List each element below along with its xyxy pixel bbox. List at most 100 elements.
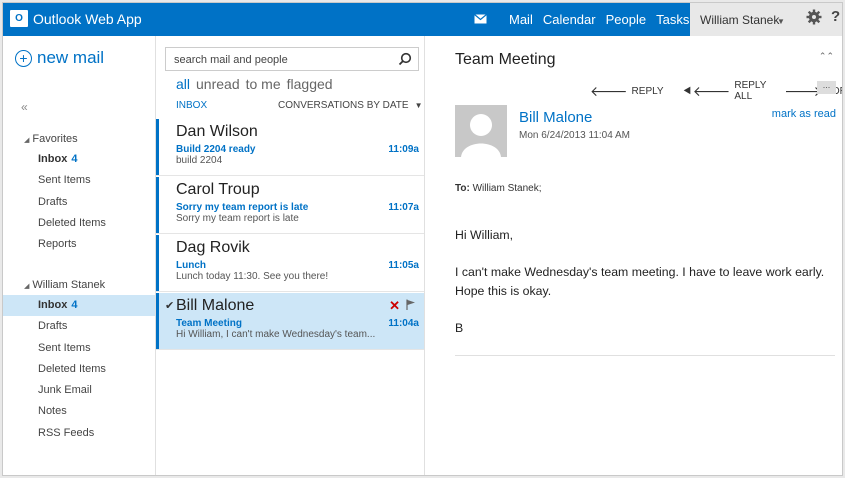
reply-button[interactable]: 🡐 REPLY: [590, 80, 664, 102]
outlook-window: O Outlook Web App Mail Calendar People T…: [2, 2, 843, 476]
list-item[interactable]: Carol Troup Sorry my team report is late…: [156, 177, 424, 234]
reply-all-arrow-icon: ⯇🡐: [681, 83, 731, 99]
favorites-group: ◢ Favorites Inbox 4 Sent Items Drafts Dele…: [3, 129, 155, 255]
search-placeholder: search mail and people: [174, 54, 288, 66]
plus-icon: +: [15, 49, 32, 67]
chevron-down-icon: ▼: [777, 17, 785, 26]
chevron-down-icon: ▼: [414, 101, 423, 110]
mark-as-read-link[interactable]: mark as read: [772, 108, 836, 120]
list-item[interactable]: ✔ Bill Malone ✕ Team Meeting Hi William,…: [156, 293, 424, 350]
unread-indicator: [156, 177, 159, 233]
message-sender: Bill Malone: [176, 297, 255, 314]
app-title: Outlook Web App: [33, 10, 142, 27]
app-nav: Mail Calendar People Tasks: [509, 12, 689, 27]
account-group: ◢ William Stanek Inbox 4 Drafts Sent Items…: [3, 275, 155, 444]
message-sender: Dag Rovik: [176, 239, 250, 256]
message-sender: Carol Troup: [176, 181, 260, 198]
avatar: [455, 105, 507, 157]
folder-pane: + new mail « ◢ Favorites Inbox 4 Sent Item…: [3, 36, 155, 475]
message-subject: Build 2204 ready: [176, 144, 256, 155]
message-actions: 🡐REPLY ⯇🡐REPLY ALL 🡒FORWARD: [590, 80, 842, 102]
nav-mail[interactable]: Mail: [509, 12, 533, 27]
user-menu[interactable]: William Stanek ▼ ?: [690, 3, 842, 36]
message-preview: Sorry my team report is late: [176, 213, 299, 224]
triangle-down-icon: ◢: [24, 283, 30, 290]
divider: [455, 355, 835, 356]
folder-inbox[interactable]: Inbox 4: [3, 295, 155, 317]
filter-flagged[interactable]: flagged: [287, 76, 333, 92]
folder-drafts[interactable]: Drafts: [3, 316, 155, 337]
message-time: 11:09a: [388, 144, 419, 155]
list-item[interactable]: Dan Wilson Build 2204 ready build 2204 1…: [156, 119, 424, 176]
nav-calendar[interactable]: Calendar: [543, 12, 596, 27]
recipients: To: William Stanek;: [455, 183, 542, 194]
list-item[interactable]: Dag Rovik Lunch Lunch today 11:30. See y…: [156, 235, 424, 292]
folder-deleted-items[interactable]: Deleted Items: [3, 359, 155, 380]
nav-people[interactable]: People: [606, 12, 646, 27]
gear-icon[interactable]: [806, 9, 822, 25]
delete-icon[interactable]: ✕: [389, 298, 400, 314]
unread-indicator: [156, 235, 159, 291]
checkmark-icon[interactable]: ✔: [165, 299, 174, 312]
flag-icon[interactable]: [406, 299, 416, 310]
account-header[interactable]: ◢ William Stanek: [3, 275, 155, 295]
message-subject: Team Meeting: [176, 318, 242, 329]
filter-to-me[interactable]: to me: [246, 76, 281, 92]
message-body: Hi William, I can't make Wednesday's tea…: [455, 226, 842, 356]
new-mail-label: new mail: [37, 48, 105, 67]
message-time: 11:05a: [388, 260, 419, 271]
envelope-icon[interactable]: [474, 14, 487, 24]
help-icon[interactable]: ?: [831, 8, 840, 25]
sent-date: Mon 6/24/2013 11:04 AM: [519, 130, 631, 141]
collapse-pane-icon[interactable]: «: [21, 100, 28, 114]
message-subject: Sorry my team report is late: [176, 202, 309, 213]
conversation-title: Team Meeting: [455, 51, 556, 68]
reply-all-button[interactable]: ⯇🡐 REPLY ALL: [682, 80, 767, 102]
message-time: 11:07a: [388, 202, 419, 213]
favorites-header[interactable]: ◢ Favorites: [3, 129, 155, 149]
message-time: 11:04a: [388, 318, 419, 329]
message-sender: Dan Wilson: [176, 123, 258, 140]
message-subject: Lunch: [176, 260, 206, 271]
new-mail-button[interactable]: + new mail: [15, 48, 104, 68]
folder-notes[interactable]: Notes: [3, 401, 155, 422]
message-list-pane: search mail and people all unread to me …: [155, 36, 425, 475]
recipient-name[interactable]: William Stanek;: [473, 183, 542, 194]
top-bar: O Outlook Web App Mail Calendar People T…: [3, 3, 842, 36]
nav-tasks[interactable]: Tasks: [656, 12, 689, 27]
folder-rss-feeds[interactable]: RSS Feeds: [3, 423, 155, 444]
search-input[interactable]: search mail and people: [165, 47, 419, 71]
sender-name[interactable]: Bill Malone: [519, 109, 592, 126]
expand-icon[interactable]: ⌃⌃: [819, 51, 834, 62]
folder-inbox[interactable]: Inbox 4: [3, 149, 155, 170]
more-actions-button[interactable]: ...: [817, 81, 836, 94]
filter-bar: all unread to me flagged: [176, 76, 333, 92]
folder-reports[interactable]: Reports: [3, 234, 155, 255]
body-signature: B: [455, 321, 464, 335]
message-preview: build 2204: [176, 155, 223, 166]
folder-sent-items[interactable]: Sent Items: [3, 170, 155, 191]
unread-count: 4: [71, 153, 78, 165]
filter-all[interactable]: all: [176, 76, 190, 92]
folder-junk-email[interactable]: Junk Email: [3, 380, 155, 401]
sort-dropdown[interactable]: CONVERSATIONS BY DATE ▼: [278, 100, 423, 111]
body-text: I can't make Wednesday's team meeting. I…: [455, 265, 825, 298]
unread-indicator: [156, 293, 159, 349]
user-name: William Stanek: [700, 13, 780, 27]
search-icon[interactable]: [398, 52, 412, 66]
message-preview: Lunch today 11:30. See you there!: [176, 271, 329, 282]
person-placeholder-icon: [461, 114, 501, 157]
unread-indicator: [156, 119, 159, 175]
folder-label: INBOX: [176, 100, 208, 111]
body-greeting: Hi William,: [455, 228, 514, 242]
filter-unread[interactable]: unread: [196, 76, 240, 92]
folder-sent-items[interactable]: Sent Items: [3, 338, 155, 359]
unread-count: 4: [71, 299, 78, 311]
folder-deleted-items[interactable]: Deleted Items: [3, 213, 155, 234]
message-preview: Hi William, I can't make Wednesday's tea…: [176, 329, 376, 340]
folder-drafts[interactable]: Drafts: [3, 192, 155, 213]
app-logo[interactable]: O Outlook Web App: [10, 10, 142, 27]
reading-pane: Team Meeting ⌃⌃ 🡐REPLY ⯇🡐REPLY ALL 🡒FORW…: [425, 36, 842, 475]
outlook-logo-icon: O: [10, 10, 28, 27]
reply-arrow-icon: 🡐: [590, 83, 628, 99]
